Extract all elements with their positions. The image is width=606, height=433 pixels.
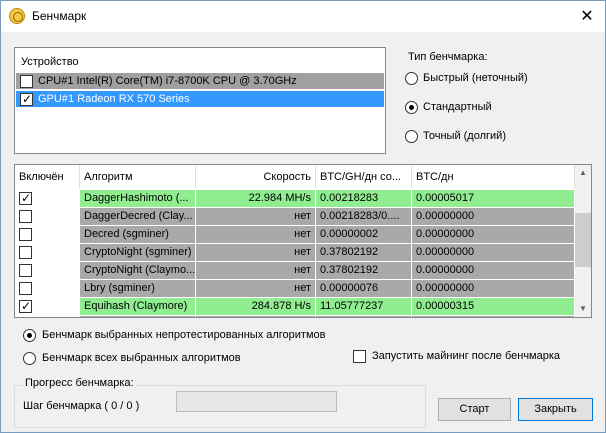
cell-btc-day: 0.00000000 bbox=[412, 280, 575, 297]
cell-speed: 284.878 H/s bbox=[196, 298, 316, 315]
cell-btc-gh-day: 0.00218283 bbox=[316, 190, 412, 207]
device-list-header: Устройство bbox=[21, 56, 79, 68]
cell-enabled[interactable] bbox=[15, 190, 80, 207]
close-window-button[interactable]: ✕ bbox=[577, 7, 597, 27]
cell-btc-day: 0.00000000 bbox=[412, 262, 575, 279]
cell-speed: нет bbox=[196, 262, 316, 279]
device-checkbox-cpu[interactable] bbox=[20, 75, 33, 88]
cell-btc-gh-day: 0.00218283/0.... bbox=[316, 208, 412, 225]
row-enabled-checkbox[interactable] bbox=[19, 264, 32, 277]
radio-precise-label[interactable]: Точный (долгий) bbox=[423, 130, 506, 142]
column-header-algorithm[interactable]: Алгоритм bbox=[80, 165, 196, 189]
cell-enabled[interactable] bbox=[15, 298, 80, 315]
cell-algorithm: CryptoNight (Claymo... bbox=[80, 262, 196, 279]
window-title: Бенчмарк bbox=[32, 9, 87, 23]
column-header-btc-gh-day[interactable]: BTC/GH/дн со... bbox=[316, 165, 412, 189]
cell-btc-gh-day: 11.05777237 bbox=[316, 316, 412, 317]
cell-btc-gh-day: 11.05777237 bbox=[316, 298, 412, 315]
table-row[interactable]: DaggerDecred (Clay... нет 0.00218283/0....… bbox=[15, 208, 575, 225]
cell-btc-day: 0.00005017 bbox=[412, 190, 575, 207]
device-checkbox-gpu[interactable] bbox=[20, 91, 33, 107]
start-mining-label[interactable]: Запустить майнинг после бенчмарка bbox=[372, 350, 560, 362]
radio-standard[interactable] bbox=[405, 101, 418, 114]
cell-btc-gh-day: 0.37802192 bbox=[316, 244, 412, 261]
table-row[interactable]: CryptoNight (Claymo... нет 0.37802192 0.000… bbox=[15, 262, 575, 279]
benchmark-window: Бенчмарк ✕ Устройство CPU#1 Intel(R) Cor… bbox=[0, 0, 606, 433]
cell-btc-day: 0.00000000 bbox=[412, 244, 575, 261]
table-row[interactable]: Decred (sgminer) нет 0.00000002 0.00000000 bbox=[15, 226, 575, 243]
start-button[interactable]: Старт bbox=[438, 398, 511, 421]
scroll-down-arrow-icon[interactable]: ▼ bbox=[575, 301, 591, 317]
radio-bench-untested-label[interactable]: Бенчмарк выбранных непротестированных ал… bbox=[42, 329, 326, 341]
cell-enabled[interactable] bbox=[15, 226, 80, 243]
cell-btc-day: 0.00000315 bbox=[412, 298, 575, 315]
cell-enabled[interactable] bbox=[15, 244, 80, 261]
close-button[interactable]: Закрыть bbox=[518, 398, 593, 421]
row-enabled-checkbox[interactable] bbox=[19, 190, 32, 206]
title-bar: Бенчмарк ✕ bbox=[1, 1, 605, 32]
cell-speed: нет bbox=[196, 244, 316, 261]
radio-standard-label[interactable]: Стандартный bbox=[423, 101, 492, 113]
cell-algorithm: DaggerHashimoto (... bbox=[80, 190, 196, 207]
scroll-thumb[interactable] bbox=[575, 213, 591, 267]
cell-algorithm: CryptoNight (sgminer) bbox=[80, 244, 196, 261]
step-label: Шаг бенчмарка ( 0 / 0 ) bbox=[23, 400, 140, 412]
app-logo-icon bbox=[9, 8, 25, 24]
row-enabled-checkbox[interactable] bbox=[19, 282, 32, 295]
row-enabled-checkbox[interactable] bbox=[19, 246, 32, 259]
progress-bar bbox=[176, 391, 337, 412]
cell-speed: нет bbox=[196, 226, 316, 243]
cell-btc-day: 0.00000000 bbox=[412, 226, 575, 243]
progress-title: Прогресс бенчмарка: bbox=[23, 377, 136, 389]
column-header-speed[interactable]: Скорость bbox=[196, 165, 316, 189]
table-row[interactable]: Equihash (Optimiser...нет11.057772370.00… bbox=[15, 316, 575, 317]
cell-btc-gh-day: 0.00000076 bbox=[316, 280, 412, 297]
cell-enabled[interactable] bbox=[15, 280, 80, 297]
cell-algorithm: Equihash (Optimiser... bbox=[80, 316, 196, 317]
cell-algorithm: Lbry (sgminer) bbox=[80, 280, 196, 297]
bench-type-label: Тип бенчмарка: bbox=[406, 51, 490, 63]
table-row[interactable]: DaggerHashimoto (...22.984 MH/s0.0021828… bbox=[15, 190, 575, 207]
cell-enabled[interactable] bbox=[15, 316, 80, 317]
cell-btc-gh-day: 0.37802192 bbox=[316, 262, 412, 279]
radio-bench-all-label[interactable]: Бенчмарк всех выбранных алгоритмов bbox=[42, 352, 241, 364]
radio-precise[interactable] bbox=[405, 130, 418, 143]
cell-btc-day: 0.00000000 bbox=[412, 316, 575, 317]
device-item-cpu[interactable]: CPU#1 Intel(R) Core(TM) i7-8700K CPU @ 3… bbox=[16, 73, 384, 89]
scroll-up-arrow-icon[interactable]: ▲ bbox=[575, 165, 591, 181]
row-enabled-checkbox[interactable] bbox=[19, 210, 32, 223]
device-list[interactable]: Устройство CPU#1 Intel(R) Core(TM) i7-87… bbox=[14, 47, 386, 154]
device-label-gpu: GPU#1 Radeon RX 570 Series bbox=[38, 93, 190, 105]
radio-fast-label[interactable]: Быстрый (неточный) bbox=[423, 72, 528, 84]
table-scrollbar[interactable]: ▲ ▼ bbox=[575, 165, 591, 317]
cell-algorithm: Decred (sgminer) bbox=[80, 226, 196, 243]
radio-bench-all[interactable] bbox=[23, 352, 36, 365]
cell-speed: нет bbox=[196, 208, 316, 225]
radio-fast[interactable] bbox=[405, 72, 418, 85]
start-mining-checkbox[interactable] bbox=[353, 350, 366, 363]
table-row[interactable]: CryptoNight (sgminer) нет 0.37802192 0.0000… bbox=[15, 244, 575, 261]
device-item-gpu[interactable]: GPU#1 Radeon RX 570 Series bbox=[16, 91, 384, 107]
column-header-btc-day[interactable]: BTC/дн bbox=[412, 165, 575, 189]
column-header-enabled[interactable]: Включён bbox=[15, 165, 80, 189]
table-row[interactable]: Equihash (Claymore)284.878 H/s11.0577723… bbox=[15, 298, 575, 315]
cell-enabled[interactable] bbox=[15, 262, 80, 279]
cell-btc-gh-day: 0.00000002 bbox=[316, 226, 412, 243]
radio-bench-untested[interactable] bbox=[23, 329, 36, 342]
row-enabled-checkbox[interactable] bbox=[19, 228, 32, 241]
cell-speed: 22.984 MH/s bbox=[196, 190, 316, 207]
device-label-cpu: CPU#1 Intel(R) Core(TM) i7-8700K CPU @ 3… bbox=[38, 75, 297, 87]
row-enabled-checkbox[interactable] bbox=[19, 298, 32, 314]
cell-enabled[interactable] bbox=[15, 208, 80, 225]
table-row[interactable]: Lbry (sgminer) нет 0.00000076 0.00000000 bbox=[15, 280, 575, 297]
cell-algorithm: Equihash (Claymore) bbox=[80, 298, 196, 315]
cell-speed: нет bbox=[196, 280, 316, 297]
algorithm-table[interactable]: Включён Алгоритм Скорость BTC/GH/дн со..… bbox=[14, 164, 592, 318]
cell-speed: нет bbox=[196, 316, 316, 317]
cell-btc-day: 0.00000000 bbox=[412, 208, 575, 225]
cell-algorithm: DaggerDecred (Clay... bbox=[80, 208, 196, 225]
